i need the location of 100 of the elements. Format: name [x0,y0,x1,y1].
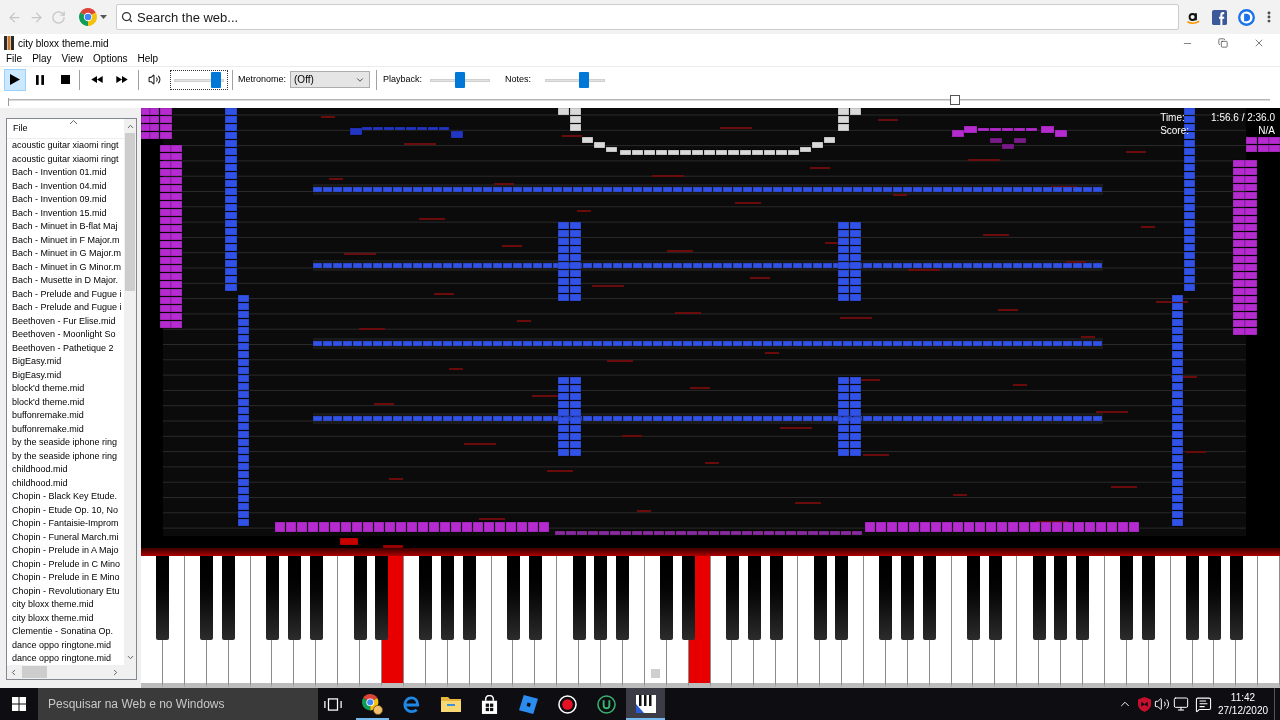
arrow-right-icon [28,9,44,25]
metronome-dropdown[interactable]: (Off) [290,71,371,88]
marker-icon [650,669,660,678]
score-value: N/A [1257,124,1275,137]
playback-label: Playback: [383,72,423,86]
search-icon [121,11,133,23]
file-list-item[interactable]: Bach - Minuet in F Major.m [7,233,124,247]
position-thumb[interactable] [949,95,960,105]
file-list-item[interactable]: Bach - Prelude and Fugue i [7,301,124,315]
file-list-item[interactable]: Beethoven - Pathetique 2 [7,341,124,355]
file-list-item[interactable]: dance oppo ringtone.mid [7,638,124,652]
score-label: Score: [1160,124,1190,137]
notes-thumb[interactable] [578,71,589,88]
search-field[interactable]: Search the web... [116,4,1179,30]
window-title: city bloxx theme.mid [18,36,109,51]
file-list-item[interactable]: BigEasy.mid [7,355,124,369]
menu-item[interactable]: File [1,52,28,66]
speaker-icon[interactable] [1154,696,1170,712]
square-logo-icon[interactable] [1212,9,1227,25]
file-list-item[interactable]: city bloxx theme.mid [7,598,124,612]
file-list-item[interactable]: Beethoven - Fur Elise.mid [7,314,124,328]
clock[interactable]: 11:42 27/12/2020 [1218,688,1268,720]
task-view-icon [324,697,342,711]
round-logo-icon [79,8,97,26]
file-list-item[interactable]: dance oppo ringtone.mid [7,652,124,666]
play-icon [10,74,20,85]
chevron-down-icon[interactable] [125,653,135,662]
message-icon[interactable] [1195,695,1212,713]
chevron-left-icon[interactable] [9,667,18,677]
network-icon[interactable] [1173,696,1189,712]
swirl-logo-icon [402,694,421,714]
playback-thumb[interactable] [455,71,466,88]
menu-item[interactable]: Play [27,52,57,66]
rewind-icon [91,76,103,83]
notes-label: Notes: [505,72,532,86]
file-list-item[interactable]: acoustic guitar xiaomi ringt [7,139,124,153]
file-list-item[interactable]: Bach - Minuet in G Minor.m [7,260,124,274]
piano-icon [4,36,14,50]
file-list-item[interactable]: BigEasy.mid [7,368,124,382]
scrollbar-thumb[interactable] [125,133,135,291]
file-list-item[interactable]: Chopin - Prelude in E Mino [7,571,124,585]
file-list-item[interactable]: Chopin - Prelude in C Mino [7,557,124,571]
profile-button[interactable] [77,5,109,29]
file-list-item[interactable]: Bach - Minuet in B-flat Maj [7,220,124,234]
time-label: Time: [1160,111,1186,124]
record-icon [558,694,577,714]
file-list-item[interactable]: city bloxx theme.mid [7,611,124,625]
volume-thumb[interactable] [211,71,222,88]
position-slider[interactable] [8,94,1270,106]
volume-slider[interactable] [170,69,228,90]
chevron-up-icon[interactable] [125,122,135,131]
file-list-item[interactable]: acoustic guitar xiaomi ringt [7,152,124,166]
file-list-item[interactable]: by the seaside iphone ring [7,449,124,463]
metronome-label: Metronome: [238,72,287,86]
file-list-item[interactable]: by the seaside iphone ring [7,436,124,450]
file-list-item[interactable]: childhood.mid [7,463,124,477]
folder-icon [440,696,461,712]
file-list-item[interactable]: Bach - Minuet in G Major.m [7,247,124,261]
start-icon [12,697,26,711]
reload-icon [50,9,66,25]
file-list-item[interactable]: block'd theme.mid [7,395,124,409]
file-list-item[interactable]: childhood.mid [7,476,124,490]
file-list-item[interactable]: Chopin - Black Key Etude. [7,490,124,504]
stop-icon [60,75,70,84]
file-list-item[interactable]: Bach - Invention 15.mid [7,206,124,220]
file-list-item[interactable]: Clementie - Sonatina Op. [7,625,124,639]
file-list-item[interactable]: Bach - Invention 01.mid [7,166,124,180]
scrollbar-thumb[interactable] [22,666,47,678]
file-list-item[interactable]: Chopin - Prelude in A Majo [7,544,124,558]
pause-icon [36,74,44,85]
taskbar-button[interactable] [626,688,665,720]
close-icon [1253,37,1265,49]
fast-forward-icon [116,76,128,83]
file-list-item[interactable]: buffonremake.mid [7,409,124,423]
file-list-item[interactable]: Bach - Invention 04.mid [7,179,124,193]
caret-icon [100,15,107,19]
speaker-icon [147,73,161,86]
menu-item[interactable]: View [56,52,89,66]
chevron-right-icon[interactable] [111,667,120,677]
round-logo-icon [362,693,383,715]
time-value: 1:56.6 / 2:36.0 [1211,111,1275,124]
ring-logo-icon[interactable] [1238,8,1255,26]
shopping-bag-icon [481,694,498,714]
file-list-item[interactable]: Bach - Invention 09.mid [7,193,124,207]
file-list-item[interactable]: Bach - Prelude and Fugue i [7,287,124,301]
piano-app-icon [635,694,656,714]
file-list-item[interactable]: buffonremake.mid [7,422,124,436]
restore-icon [1218,38,1228,48]
menu-item[interactable]: Help [132,52,164,66]
menu-item[interactable]: Options [88,52,133,66]
file-list-item[interactable]: Chopin - Etude Op. 10, No [7,503,124,517]
file-list-item[interactable]: Beethoven - Moonlight So [7,328,124,342]
file-list-item[interactable]: Chopin - Funeral March.mi [7,530,124,544]
file-list-item[interactable]: Chopin - Revolutionary Etu [7,584,124,598]
file-list-item[interactable]: Chopin - Fantaisie-Improm [7,517,124,531]
circle-logo-icon [597,694,616,714]
play-button[interactable] [4,68,26,91]
file-list-item[interactable]: block'd theme.mid [7,382,124,396]
taskbar-search-field[interactable]: Pesquisar na Web e no Windows [38,688,318,720]
file-list-item[interactable]: Bach - Musette in D Major. [7,274,124,288]
